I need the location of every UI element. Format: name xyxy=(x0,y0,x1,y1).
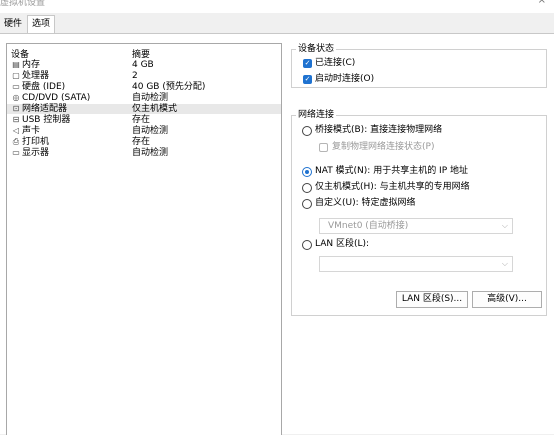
device-name: 显示器 xyxy=(22,148,50,158)
usb-icon: ⊟ xyxy=(12,115,20,124)
device-summary: 自动检测 xyxy=(132,126,169,136)
memory-icon: ▤ xyxy=(12,60,20,69)
device-row[interactable]: ▭ 硬盘 (IDE) 40 GB (预先分配) xyxy=(7,82,281,92)
lan-segments-button[interactable]: LAN 区段(S)... xyxy=(396,291,468,308)
connected-label[interactable]: 已连接(C) xyxy=(315,58,355,69)
tab-options[interactable]: 选项 xyxy=(27,15,56,33)
replicate-state-label[interactable]: 复制物理网络连接状态(P) xyxy=(332,142,434,153)
device-name: 内存 xyxy=(22,60,41,70)
device-summary: 自动检测 xyxy=(132,148,169,158)
close-icon[interactable]: × xyxy=(538,0,546,6)
network-adapter-icon: ⊡ xyxy=(12,104,20,113)
connected-checkbox[interactable]: ✓ xyxy=(303,59,312,68)
nat-label[interactable]: NAT 模式(N): 用于共享主机的 IP 地址 xyxy=(315,166,468,177)
chevron-down-icon: ⌵ xyxy=(501,221,508,230)
network-connection-group: 网络连接 桥接模式(B): 直接连接物理网络 复制物理网络连接状态(P) NAT… xyxy=(291,110,547,316)
custom-network-value: VMnet0 (自动桥接) xyxy=(328,221,409,231)
sound-card-icon: ◁ xyxy=(12,126,20,135)
device-name: 处理器 xyxy=(22,71,50,81)
list-header: 设备 摘要 xyxy=(7,44,281,60)
connect-at-power-on-checkbox[interactable]: ✓ xyxy=(303,75,312,84)
device-name: 声卡 xyxy=(22,126,41,136)
tab-hardware[interactable]: 硬件 xyxy=(0,16,26,32)
device-summary: 存在 xyxy=(132,115,151,125)
tab-strip: 硬件 选项 xyxy=(0,13,554,33)
hard-disk-icon: ▭ xyxy=(12,82,20,91)
custom-label[interactable]: 自定义(U): 特定虚拟网络 xyxy=(315,198,416,209)
column-header-summary[interactable]: 摘要 xyxy=(132,47,150,60)
replicate-state-checkbox[interactable] xyxy=(319,143,328,152)
device-row[interactable]: ⊟ USB 控制器 存在 xyxy=(7,115,281,125)
device-name: CD/DVD (SATA) xyxy=(22,93,91,103)
device-name: 网络适配器 xyxy=(22,104,68,114)
hardware-panel: 设备 摘要 ▤ 内存 4 GB ▢ 处理器 2 ▭ 硬盘 (IDE) 40 GB (预先分配) ◎… xyxy=(0,33,554,435)
device-name: 硬盘 (IDE) xyxy=(22,82,66,92)
processor-icon: ▢ xyxy=(12,71,20,80)
device-summary: 40 GB (预先分配) xyxy=(132,82,206,92)
custom-network-select[interactable]: VMnet0 (自动桥接) ⌵ xyxy=(319,218,513,234)
device-row[interactable]: ▤ 内存 4 GB xyxy=(7,60,281,70)
cd-dvd-icon: ◎ xyxy=(12,93,20,102)
device-status-title: 设备状态 xyxy=(296,44,337,55)
device-row[interactable]: ▭ 显示器 自动检测 xyxy=(7,148,281,158)
device-row[interactable]: ⎙ 打印机 存在 xyxy=(7,137,281,147)
device-summary: 自动检测 xyxy=(132,93,169,103)
display-icon: ▭ xyxy=(12,148,20,157)
window-title: 虚拟机设置 xyxy=(0,0,46,8)
device-summary: 仅主机模式 xyxy=(132,104,178,114)
device-name: USB 控制器 xyxy=(22,115,71,125)
device-status-group: 设备状态 ✓ 已连接(C) ✓ 启动时连接(O) xyxy=(291,44,547,88)
lan-segment-select[interactable]: ⌵ xyxy=(319,256,513,272)
bridged-label[interactable]: 桥接模式(B): 直接连接物理网络 xyxy=(315,125,442,136)
network-connection-title: 网络连接 xyxy=(296,110,337,121)
custom-radio[interactable] xyxy=(302,199,312,209)
printer-icon: ⎙ xyxy=(12,137,20,146)
bridged-radio[interactable] xyxy=(302,126,312,136)
advanced-button[interactable]: 高级(V)... xyxy=(472,291,542,308)
device-row[interactable]: ▢ 处理器 2 xyxy=(7,71,281,81)
column-header-device[interactable]: 设备 xyxy=(11,47,29,60)
device-list[interactable]: 设备 摘要 ▤ 内存 4 GB ▢ 处理器 2 ▭ 硬盘 (IDE) 40 GB (预先分配) ◎… xyxy=(6,43,282,435)
chevron-down-icon: ⌵ xyxy=(501,259,508,268)
device-summary: 4 GB xyxy=(132,60,154,70)
lan-segment-label[interactable]: LAN 区段(L): xyxy=(315,239,369,250)
device-row[interactable]: ◁ 声卡 自动检测 xyxy=(7,126,281,136)
device-summary: 2 xyxy=(132,71,138,81)
device-row[interactable]: ⊡ 网络适配器 仅主机模式 xyxy=(7,104,281,114)
host-only-label[interactable]: 仅主机模式(H): 与主机共享的专用网络 xyxy=(315,182,470,193)
host-only-radio[interactable] xyxy=(302,183,312,193)
device-summary: 存在 xyxy=(132,137,151,147)
title-bar: 虚拟机设置 × xyxy=(0,0,554,13)
device-name: 打印机 xyxy=(22,137,50,147)
lan-segment-radio[interactable] xyxy=(302,240,312,250)
nat-radio[interactable] xyxy=(302,167,312,177)
device-row[interactable]: ◎ CD/DVD (SATA) 自动检测 xyxy=(7,93,281,103)
connect-at-power-on-label[interactable]: 启动时连接(O) xyxy=(315,74,374,85)
